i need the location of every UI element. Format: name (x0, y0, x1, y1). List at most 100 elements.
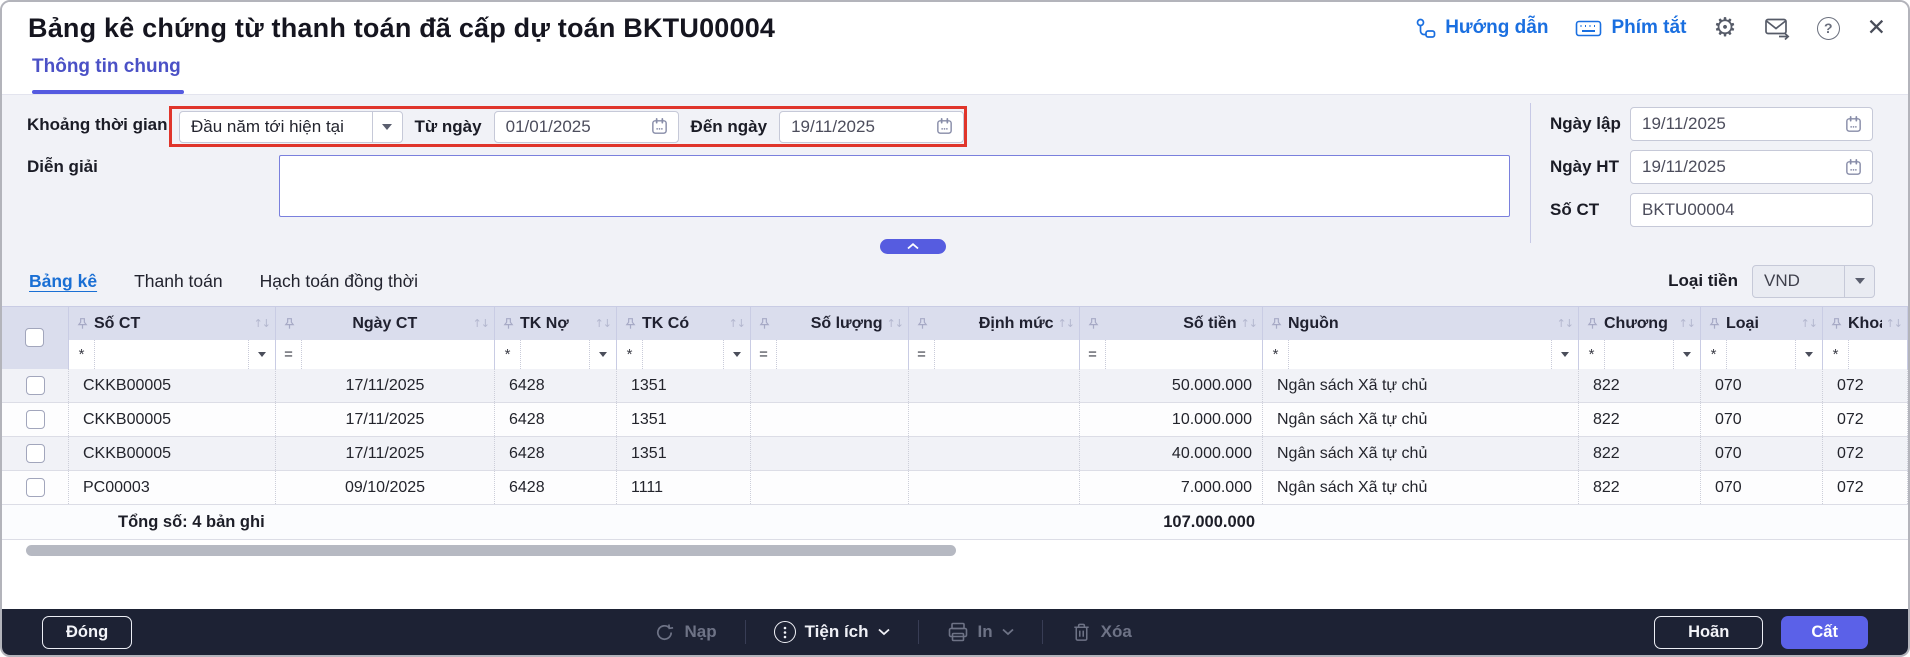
filter-dropdown-icon[interactable] (1673, 340, 1700, 369)
filter-input[interactable] (935, 340, 1079, 369)
chevron-down-icon[interactable] (1844, 266, 1874, 297)
so-ct-input[interactable]: BKTU00004 (1630, 193, 1873, 227)
filter-operator[interactable]: * (1823, 340, 1849, 369)
filter-operator[interactable]: * (1701, 340, 1727, 369)
filter-input[interactable] (95, 340, 248, 369)
column-header[interactable]: Số lượng↑↓ (751, 307, 909, 340)
close-button[interactable]: Đóng (42, 616, 132, 649)
column-header[interactable]: Định mức↑↓ (909, 307, 1080, 340)
calendar-icon[interactable] (650, 117, 669, 136)
pin-icon[interactable] (1087, 317, 1100, 330)
filter-dropdown-icon[interactable] (1551, 340, 1578, 369)
pin-icon[interactable] (283, 317, 296, 330)
pin-icon[interactable] (1708, 317, 1721, 330)
column-filter[interactable]: = (276, 340, 495, 369)
utilities-button[interactable]: Tiện ích (774, 621, 890, 643)
chevron-down-icon[interactable] (372, 112, 402, 142)
column-header[interactable]: Số tiền↑↓ (1080, 307, 1263, 340)
delete-button[interactable]: Xóa (1071, 622, 1132, 643)
row-checkbox[interactable] (26, 444, 45, 463)
table-row[interactable]: CKKB0000517/11/20256428135140.000.000Ngâ… (2, 437, 1908, 471)
tab-thanh-toan[interactable]: Thanh toán (134, 271, 223, 292)
collapse-button[interactable] (880, 239, 946, 254)
filter-operator[interactable]: = (751, 340, 777, 369)
column-filter[interactable]: * (1823, 340, 1908, 369)
filter-input[interactable] (1605, 340, 1673, 369)
tab-hach-toan-dong-thoi[interactable]: Hạch toán đồng thời (260, 271, 418, 292)
currency-select[interactable]: VND (1752, 265, 1875, 298)
filter-operator[interactable]: * (1579, 340, 1605, 369)
filter-input[interactable] (521, 340, 589, 369)
filter-operator[interactable]: = (1080, 340, 1106, 369)
column-filter[interactable]: * (617, 340, 751, 369)
pin-icon[interactable] (758, 317, 771, 330)
table-row[interactable]: PC0000309/10/2025642811117.000.000Ngân s… (2, 471, 1908, 505)
guide-link[interactable]: Hướng dẫn (1415, 17, 1548, 39)
print-button[interactable]: In (947, 621, 1014, 643)
column-header[interactable]: TK Nợ↑↓ (495, 307, 617, 340)
column-header[interactable]: Số CT↑↓ (69, 307, 276, 340)
from-date-input[interactable]: 01/01/2025 (494, 111, 679, 143)
column-header[interactable]: Ngày CT↑↓ (276, 307, 495, 340)
column-header[interactable]: Loại↑↓ (1701, 307, 1823, 340)
filter-operator[interactable]: = (276, 340, 302, 369)
pin-icon[interactable] (624, 317, 637, 330)
pin-icon[interactable] (916, 317, 929, 330)
column-header[interactable]: Nguồn↑↓ (1263, 307, 1579, 340)
save-button[interactable]: Cất (1781, 616, 1868, 649)
row-checkbox[interactable] (26, 478, 45, 497)
column-filter[interactable]: * (1579, 340, 1701, 369)
calendar-icon[interactable] (1844, 115, 1863, 134)
filter-operator[interactable]: * (69, 340, 95, 369)
column-filter[interactable]: * (69, 340, 276, 369)
period-select[interactable]: Đầu năm tới hiện tại (179, 111, 403, 143)
column-filter[interactable]: * (1701, 340, 1823, 369)
tab-bang-ke[interactable]: Bảng kê (29, 271, 97, 292)
ngay-ht-input[interactable]: 19/11/2025 (1630, 150, 1873, 184)
pin-icon[interactable] (1830, 317, 1843, 330)
column-filter[interactable]: * (1263, 340, 1579, 369)
select-all-checkbox[interactable] (25, 328, 44, 347)
column-filter[interactable]: = (909, 340, 1080, 369)
to-date-input[interactable]: 19/11/2025 (779, 111, 964, 143)
filter-operator[interactable]: * (1263, 340, 1289, 369)
row-checkbox[interactable] (26, 376, 45, 395)
postpone-button[interactable]: Hoãn (1654, 616, 1763, 649)
filter-input[interactable] (302, 340, 494, 369)
tab-thong-tin-chung[interactable]: Thông tin chung (32, 56, 181, 78)
filter-dropdown-icon[interactable] (248, 340, 275, 369)
calendar-icon[interactable] (935, 117, 954, 136)
reload-button[interactable]: Nạp (654, 622, 716, 643)
column-filter[interactable]: * (495, 340, 617, 369)
filter-dropdown-icon[interactable] (1795, 340, 1822, 369)
feedback-mail-icon[interactable] (1764, 16, 1790, 40)
scrollbar-thumb[interactable] (26, 545, 956, 556)
filter-operator[interactable]: = (909, 340, 935, 369)
pin-icon[interactable] (1586, 317, 1599, 330)
filter-operator[interactable]: * (495, 340, 521, 369)
pin-icon[interactable] (76, 317, 89, 330)
close-icon[interactable]: ✕ (1867, 15, 1886, 41)
help-icon[interactable]: ? (1817, 17, 1840, 40)
pin-icon[interactable] (502, 317, 515, 330)
table-row[interactable]: CKKB0000517/11/20256428135150.000.000Ngâ… (2, 369, 1908, 403)
shortcuts-link[interactable]: Phím tắt (1575, 17, 1686, 39)
row-checkbox[interactable] (26, 410, 45, 429)
filter-input[interactable] (1727, 340, 1795, 369)
column-header[interactable]: TK Có↑↓ (617, 307, 751, 340)
description-textarea[interactable] (279, 155, 1510, 217)
filter-dropdown-icon[interactable] (723, 340, 750, 369)
filter-input[interactable] (1289, 340, 1551, 369)
column-filter[interactable]: = (751, 340, 909, 369)
filter-operator[interactable]: * (617, 340, 643, 369)
table-row[interactable]: CKKB0000517/11/20256428135110.000.000Ngâ… (2, 403, 1908, 437)
column-filter[interactable]: = (1080, 340, 1263, 369)
filter-input[interactable] (643, 340, 723, 369)
pin-icon[interactable] (1270, 317, 1283, 330)
filter-input[interactable] (1849, 340, 1907, 369)
gear-icon[interactable]: ⚙ (1713, 15, 1736, 41)
column-header[interactable]: Khoả↑↓ (1823, 307, 1908, 340)
filter-input[interactable] (777, 340, 908, 369)
filter-input[interactable] (1106, 340, 1262, 369)
column-header[interactable]: Chương↑↓ (1579, 307, 1701, 340)
